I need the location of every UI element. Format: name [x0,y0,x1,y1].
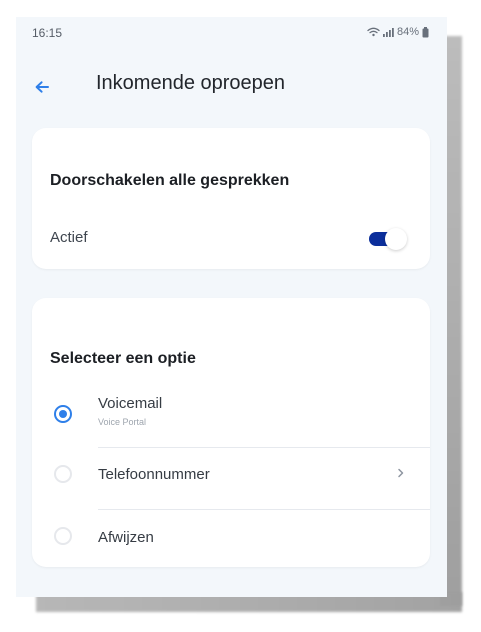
active-label: Actief [50,229,88,246]
battery-icon [422,26,429,38]
option-phone-number[interactable]: Telefoonnummer [32,444,430,498]
signal-icon [382,27,394,37]
option-reject[interactable]: Afwijzen [32,506,430,560]
wifi-icon [367,27,380,37]
call-forwarding-card: Doorschakelen alle gesprekken Actief [32,128,430,269]
phone-number-label: Telefoonnummer [98,466,210,483]
chevron-right-icon[interactable] [397,468,405,478]
reject-label: Afwijzen [98,529,154,546]
page-title: Inkomende oproepen [96,72,286,94]
active-toggle[interactable] [369,228,409,250]
arrow-left-icon[interactable] [34,80,50,94]
battery-percentage: 84% [396,26,419,38]
status-bar: 16:15 84% [16,17,447,47]
status-time: 16:15 [32,26,63,40]
voicemail-radio[interactable] [54,405,72,423]
reject-radio[interactable] [54,527,72,545]
phone-number-radio[interactable] [54,465,72,483]
voicemail-sublabel: Voice Portal [98,417,147,427]
app-bar: Inkomende oproepen [16,69,447,105]
options-title: Selecteer een optie [50,350,196,367]
voicemail-label: Voicemail [98,395,163,412]
options-card: Selecteer een optie Voicemail Voice Port… [32,298,430,567]
phone-screen: 16:15 84% Inkomende oproepen Doorschakel… [16,17,447,597]
call-forwarding-title: Doorschakelen alle gesprekken [50,172,290,189]
toggle-thumb [385,228,407,250]
status-indicators: 84% [367,25,429,39]
option-voicemail[interactable]: Voicemail Voice Portal [32,382,430,436]
